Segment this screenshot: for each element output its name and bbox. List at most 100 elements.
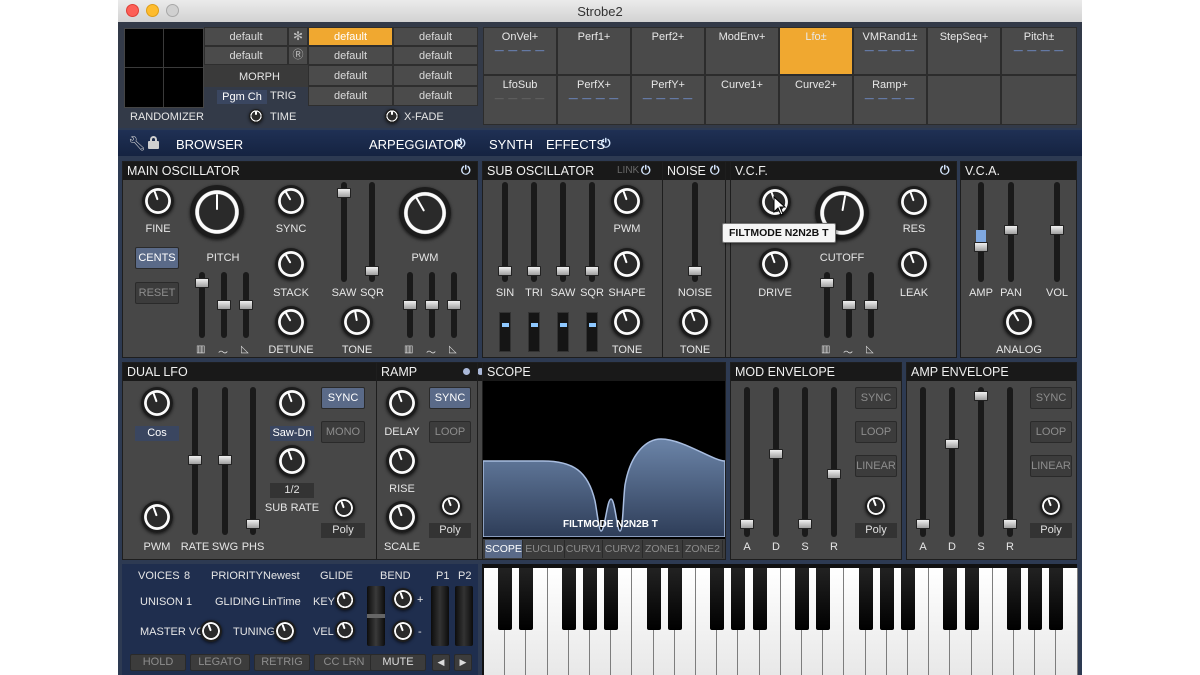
preset-slot-c2[interactable]: default — [393, 46, 478, 65]
pgm-ch-selector[interactable]: Pgm Ch — [217, 90, 267, 104]
shape-knob[interactable] — [611, 248, 643, 280]
piano-black-key[interactable] — [795, 568, 809, 630]
pitch-bend-wheel[interactable] — [367, 586, 385, 646]
preset-slot-c1[interactable]: default — [393, 27, 478, 46]
sub-tone-knob[interactable] — [611, 306, 643, 338]
noise-fader[interactable] — [688, 266, 702, 276]
mod-cell-perfy[interactable]: PerfY+ — — — — — [631, 75, 705, 125]
amp-sustain-fader[interactable] — [974, 391, 988, 401]
mod-cell-perf2[interactable]: Perf2+ — [631, 27, 705, 75]
bend-down-knob[interactable] — [392, 620, 414, 642]
piano-black-key[interactable] — [561, 568, 576, 630]
piano-black-key[interactable] — [858, 568, 873, 630]
mod-cell-perfx[interactable]: PerfX+ — — — — — [557, 75, 631, 125]
retrig-button[interactable]: RETRIG — [254, 654, 310, 671]
lfo-mono-button[interactable]: MONO — [321, 421, 365, 443]
lfo-wave2-knob[interactable] — [276, 387, 308, 419]
amp-fader[interactable] — [974, 242, 988, 252]
tab-euclid[interactable]: EUCLID — [525, 540, 565, 558]
mod-sustain-fader[interactable] — [798, 519, 812, 529]
delay-knob[interactable] — [386, 387, 418, 419]
wrench-icon[interactable]: 🔧︎ — [128, 135, 146, 152]
pitch-mod-fader-1[interactable] — [195, 278, 209, 288]
mod-cell-onvel[interactable]: OnVel+ — — — — — [483, 27, 557, 75]
mod-env-sync-button[interactable]: SYNC — [855, 387, 897, 409]
piano-black-key[interactable] — [901, 568, 915, 630]
noise-tone-knob[interactable] — [679, 306, 711, 338]
octave-down-icon[interactable]: ◀ — [432, 654, 450, 671]
mute-button[interactable]: MUTE — [370, 654, 426, 671]
pitch-knob[interactable] — [190, 185, 244, 239]
pan-fader[interactable] — [1004, 225, 1018, 235]
sin-fader[interactable] — [498, 266, 512, 276]
preset-slot-b2[interactable]: default — [308, 46, 393, 65]
vcf-power-icon[interactable]: ⏻ — [940, 163, 950, 178]
piano-black-key[interactable] — [879, 568, 894, 630]
mod-cell-curve2[interactable]: Curve2+ — [779, 75, 853, 125]
mod-cell-pitch[interactable]: Pitch± — — — — — [1001, 27, 1077, 75]
legato-button[interactable]: LEGATO — [190, 654, 250, 671]
piano-black-key[interactable] — [1028, 568, 1043, 630]
piano-black-key[interactable] — [710, 568, 725, 630]
voices-value[interactable]: 8 — [184, 570, 190, 582]
xfade-knob[interactable] — [385, 109, 399, 123]
res-knob[interactable] — [898, 186, 930, 218]
amp-env-poly-knob[interactable] — [1040, 495, 1062, 517]
detune-knob[interactable] — [275, 306, 307, 338]
piano-black-key[interactable] — [1049, 568, 1064, 630]
randomizer-pad[interactable] — [124, 28, 204, 108]
amp-env-linear-button[interactable]: LINEAR — [1030, 455, 1072, 477]
sub-saw-fader[interactable] — [556, 266, 570, 276]
analog-knob[interactable] — [1003, 306, 1035, 338]
mod-cell-modenv[interactable]: ModEnv+ — [705, 27, 779, 75]
mod-env-poly-selector[interactable]: Poly — [855, 523, 897, 538]
rate-fader[interactable] — [188, 455, 202, 465]
cents-button[interactable]: CENTS — [135, 247, 179, 269]
piano-black-key[interactable] — [604, 568, 619, 630]
tab-curv2[interactable]: CURV2 — [603, 540, 643, 558]
mod-cell-lfosub[interactable]: LfoSub — — — — — [483, 75, 557, 125]
fine-knob[interactable] — [142, 185, 174, 217]
amp-decay-fader[interactable] — [945, 439, 959, 449]
stack-knob[interactable] — [275, 248, 307, 280]
tone-knob[interactable] — [341, 306, 373, 338]
piano-black-key[interactable] — [519, 568, 534, 630]
mod-env-poly-knob[interactable] — [865, 495, 887, 517]
ramp-poly-knob[interactable] — [440, 495, 462, 517]
piano-black-key[interactable] — [583, 568, 597, 630]
piano-black-key[interactable] — [646, 568, 661, 630]
ramp-loop-button[interactable]: LOOP — [429, 421, 471, 443]
scale-knob[interactable] — [386, 501, 418, 533]
mod-cell-perf1[interactable]: Perf1+ — [557, 27, 631, 75]
cutoff-mod-fader-1[interactable] — [820, 278, 834, 288]
pitch-mod-fader-2[interactable] — [217, 300, 231, 310]
mod-cell-empty-1[interactable] — [927, 75, 1001, 125]
scope-display[interactable] — [483, 381, 725, 537]
leak-knob[interactable] — [898, 248, 930, 280]
saw-fader[interactable] — [337, 188, 351, 198]
glide-key-knob[interactable] — [335, 590, 355, 610]
amp-env-loop-button[interactable]: LOOP — [1030, 421, 1072, 443]
priority-value[interactable]: Newest — [263, 570, 300, 582]
synth-tab[interactable]: SYNTH — [489, 137, 533, 152]
piano-black-key[interactable] — [752, 568, 767, 630]
sub-rate-knob[interactable] — [276, 445, 308, 477]
tab-scope[interactable]: SCOPE — [485, 540, 523, 558]
piano-black-key[interactable] — [964, 568, 979, 630]
mod-cell-empty-2[interactable] — [1001, 75, 1077, 125]
link-toggle[interactable]: LINK — [617, 165, 639, 176]
sqr-fader[interactable] — [365, 266, 379, 276]
snowflake-icon[interactable]: ✻ — [288, 27, 308, 46]
effects-tab[interactable]: EFFECTS — [546, 137, 605, 152]
sub-pwm-knob[interactable] — [611, 185, 643, 217]
sub-rate-value[interactable]: 1/2 — [270, 483, 314, 498]
lfo-pwm-knob[interactable] — [141, 501, 173, 533]
mod-cell-lfo[interactable]: Lfo± — [779, 27, 853, 75]
mod-cell-curve1[interactable]: Curve1+ — [705, 75, 779, 125]
piano-black-key[interactable] — [731, 568, 746, 630]
pitch-mod-fader-3[interactable] — [239, 300, 253, 310]
piano-black-key[interactable] — [667, 568, 682, 630]
lock-icon[interactable] — [148, 136, 159, 149]
ramp-sync-button[interactable]: SYNC — [429, 387, 471, 409]
tuning-knob[interactable] — [274, 620, 296, 642]
